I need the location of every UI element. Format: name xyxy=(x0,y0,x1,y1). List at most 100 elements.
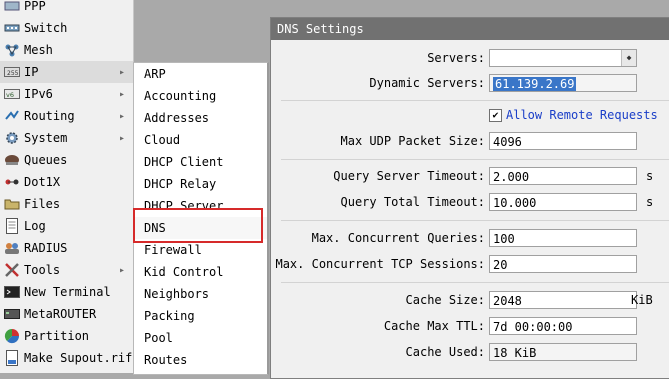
menu-item-make-supout[interactable]: Make Supout.rif xyxy=(0,347,133,369)
menu-item-dot1x[interactable]: Dot1X xyxy=(0,171,133,193)
mesh-icon xyxy=(4,42,20,58)
servers-input[interactable]: ◆ xyxy=(489,49,637,67)
menu-item-queues[interactable]: Queues xyxy=(0,149,133,171)
submenu-item-dhcp-server[interactable]: DHCP Server xyxy=(134,195,267,217)
submenu-item-cloud[interactable]: Cloud xyxy=(134,129,267,151)
radius-icon xyxy=(4,240,20,256)
submenu-item-dns[interactable]: DNS xyxy=(134,217,267,239)
menu-item-ip[interactable]: 255 IP ▸ xyxy=(0,61,133,83)
menu-item-mesh[interactable]: Mesh xyxy=(0,39,133,61)
menu-item-label: Mesh xyxy=(24,43,53,57)
menu-item-ipv6[interactable]: v6 IPv6 ▸ xyxy=(0,83,133,105)
allow-remote-requests-checkbox[interactable]: ✔ Allow Remote Requests xyxy=(489,108,658,122)
menu-item-label: Routing xyxy=(24,109,75,123)
cache-used-field: 18 KiB xyxy=(489,343,637,361)
menu-item-log[interactable]: Log xyxy=(0,215,133,237)
menu-item-ppp[interactable]: PPP xyxy=(0,0,133,17)
menu-item-label: Files xyxy=(24,197,61,211)
dynamic-servers-label: Dynamic Servers: xyxy=(369,76,485,90)
folder-icon xyxy=(4,196,20,212)
menu-item-label: IP xyxy=(24,65,39,79)
query-server-timeout-label: Query Server Timeout: xyxy=(333,169,485,183)
cache-size-label: Cache Size: xyxy=(405,293,485,307)
menu-item-label: Partition xyxy=(24,329,90,343)
switch-icon xyxy=(4,20,20,36)
separator xyxy=(281,159,669,160)
menu-item-label: IPv6 xyxy=(24,87,53,101)
menu-item-label: Make Supout.rif xyxy=(24,351,133,365)
submenu-item-dhcp-relay[interactable]: DHCP Relay xyxy=(134,173,267,195)
chevron-right-icon: ▸ xyxy=(118,88,125,100)
separator xyxy=(281,282,669,283)
svg-text:v6: v6 xyxy=(6,91,14,99)
cache-max-ttl-input[interactable]: 7d 00:00:00 xyxy=(489,317,637,335)
cache-used-label: Cache Used: xyxy=(405,345,485,359)
menu-item-tools[interactable]: Tools ▸ xyxy=(0,259,133,281)
routing-icon xyxy=(4,108,20,124)
submenu-item-neighbors[interactable]: Neighbors xyxy=(134,283,267,305)
tools-icon xyxy=(4,262,20,278)
menu-item-new-terminal[interactable]: New Terminal xyxy=(0,281,133,303)
gear-icon xyxy=(4,130,20,146)
queues-icon xyxy=(4,152,20,168)
window-title: DNS Settings xyxy=(277,22,364,36)
max-concurrent-tcp-input[interactable]: 20 xyxy=(489,255,637,273)
cache-size-input[interactable]: 2048 xyxy=(489,291,637,309)
menu-item-radius[interactable]: RADIUS xyxy=(0,237,133,259)
menu-item-metarouter[interactable]: MetaROUTER xyxy=(0,303,133,325)
submenu-item-routes[interactable]: Routes xyxy=(134,349,267,371)
terminal-icon xyxy=(4,284,20,300)
window-titlebar[interactable]: DNS Settings xyxy=(271,18,669,40)
dynamic-servers-field[interactable]: 61.139.2.69 xyxy=(489,74,637,92)
submenu-item-accounting[interactable]: Accounting xyxy=(134,85,267,107)
partition-icon xyxy=(4,328,20,344)
submenu-item-addresses[interactable]: Addresses xyxy=(134,107,267,129)
menu-item-partition[interactable]: Partition xyxy=(0,325,133,347)
max-concurrent-queries-input[interactable]: 100 xyxy=(489,229,637,247)
menu-item-label: Log xyxy=(24,219,46,233)
max-concurrent-queries-label: Max. Concurrent Queries: xyxy=(311,231,485,245)
menu-item-label: MetaROUTER xyxy=(24,307,97,321)
servers-label: Servers: xyxy=(427,51,485,65)
menu-item-system[interactable]: System ▸ xyxy=(0,127,133,149)
submenu-item-kid-control[interactable]: Kid Control xyxy=(134,261,267,283)
menu-item-label: System xyxy=(24,131,68,145)
chevron-right-icon: ▸ xyxy=(118,132,125,144)
supout-icon xyxy=(4,350,20,366)
chevron-right-icon: ▸ xyxy=(118,66,125,78)
ip-icon: 255 xyxy=(4,64,20,80)
query-total-timeout-input[interactable]: 10.000 xyxy=(489,193,637,211)
menu-item-label: Switch xyxy=(24,21,68,35)
submenu-item-firewall[interactable]: Firewall xyxy=(134,239,267,261)
metarouter-icon xyxy=(4,306,20,322)
menu-item-label: PPP xyxy=(24,0,46,13)
separator xyxy=(281,100,669,101)
svg-text:255: 255 xyxy=(7,70,19,77)
submenu-item-packing[interactable]: Packing xyxy=(134,305,267,327)
dropdown-arrow-icon[interactable]: ◆ xyxy=(621,50,636,66)
submenu-item-pool[interactable]: Pool xyxy=(134,327,267,349)
dynamic-servers-value: 61.139.2.69 xyxy=(493,77,577,91)
max-udp-input[interactable]: 4096 xyxy=(489,132,637,150)
menu-item-routing[interactable]: Routing ▸ xyxy=(0,105,133,127)
separator xyxy=(281,220,669,221)
menu-item-switch[interactable]: Switch xyxy=(0,17,133,39)
ip-submenu: ARP Accounting Addresses Cloud DHCP Clie… xyxy=(133,62,269,375)
menu-item-files[interactable]: Files xyxy=(0,193,133,215)
chevron-right-icon: ▸ xyxy=(118,110,125,122)
query-server-timeout-input[interactable]: 2.000 xyxy=(489,167,637,185)
max-udp-label: Max UDP Packet Size: xyxy=(340,134,486,148)
cache-max-ttl-label: Cache Max TTL: xyxy=(383,319,485,333)
submenu-item-dhcp-client[interactable]: DHCP Client xyxy=(134,151,267,173)
log-icon xyxy=(4,218,20,234)
query-total-timeout-label: Query Total Timeout: xyxy=(340,195,486,209)
chevron-right-icon: ▸ xyxy=(118,264,125,276)
dns-settings-window: DNS Settings Servers: ◆ Dynamic Servers:… xyxy=(270,17,669,379)
menu-item-label: New Terminal xyxy=(24,285,111,299)
submenu-item-arp[interactable]: ARP xyxy=(134,63,267,85)
check-icon: ✔ xyxy=(489,108,502,122)
dot1x-icon xyxy=(4,174,20,190)
menu-item-label: Dot1X xyxy=(24,175,61,189)
menu-item-label: RADIUS xyxy=(24,241,68,255)
ppp-icon xyxy=(4,0,20,14)
